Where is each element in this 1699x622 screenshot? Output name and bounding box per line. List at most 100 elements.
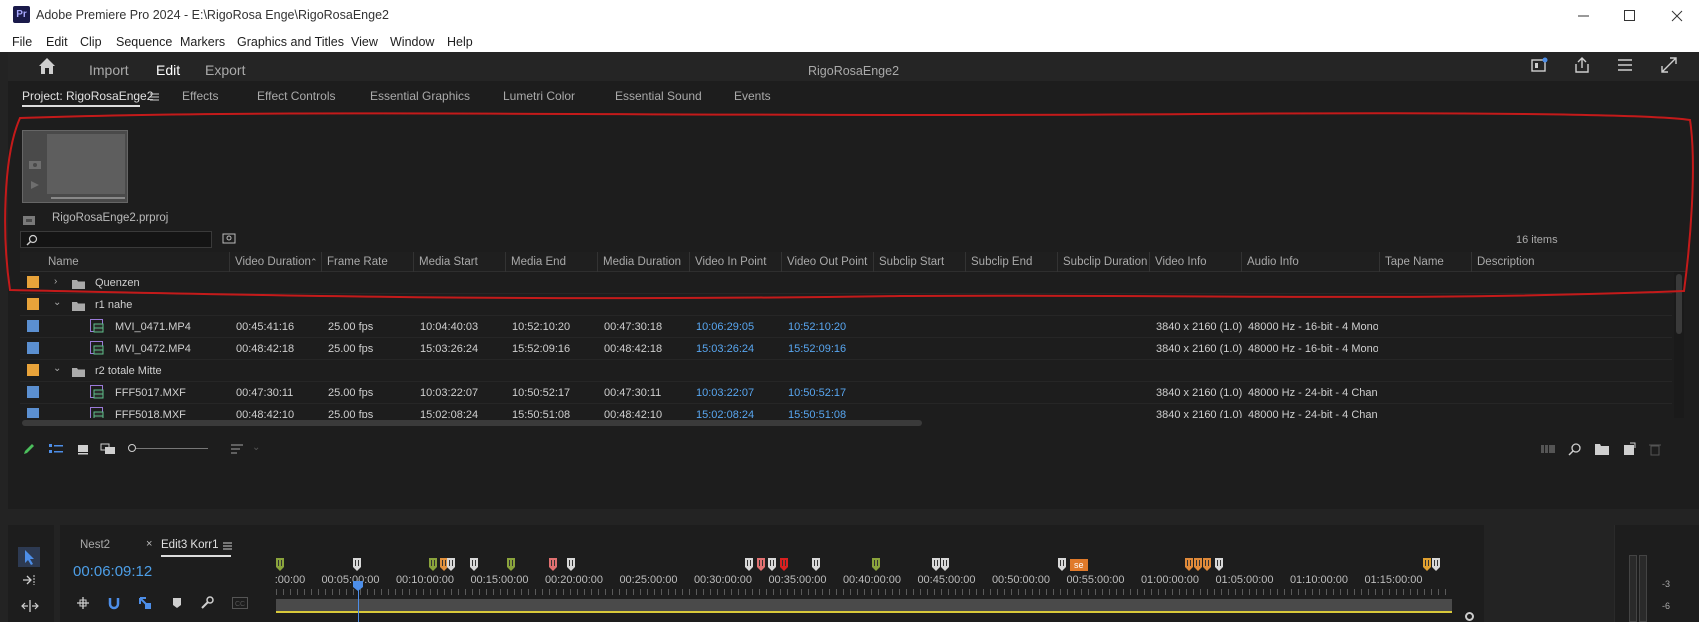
timeline-marker[interactable] (548, 558, 559, 572)
col-video-in-point[interactable]: Video In Point (689, 252, 781, 272)
menu-sequence[interactable]: Sequence (116, 35, 172, 49)
col-media-end[interactable]: Media End (505, 252, 597, 272)
clip-row[interactable]: MVI_0471.MP4 00:45:41:16 25.00 fps 10:04… (20, 316, 1672, 338)
col-subclip-end[interactable]: Subclip End (965, 252, 1057, 272)
row-video-in[interactable]: 10:03:22:07 (696, 387, 754, 399)
clip-row[interactable]: MVI_0472.MP4 00:48:42:18 25.00 fps 15:03… (20, 338, 1672, 360)
timeline-scroll-handle[interactable] (1465, 612, 1474, 621)
chevron-down-icon[interactable]: ⌄ (252, 442, 260, 453)
new-bin-icon[interactable] (1594, 442, 1610, 456)
tab-essential-sound[interactable]: Essential Sound (615, 89, 702, 103)
tab-events[interactable]: Events (734, 89, 771, 103)
share-icon[interactable] (1573, 56, 1591, 74)
col-video-out-point[interactable]: Video Out Point (781, 252, 873, 272)
timeline-marker[interactable] (1202, 558, 1213, 572)
home-icon[interactable] (37, 56, 57, 76)
ripple-edit-tool-icon[interactable] (21, 599, 39, 613)
playhead-timecode[interactable]: 00:06:09:12 (73, 563, 152, 580)
clip-row[interactable]: FFF5018.MXF 00:48:42:10 25.00 fps 15:02:… (20, 404, 1672, 418)
col-video-duration[interactable]: Video Duration ⌃ (229, 252, 321, 272)
col-frame-rate[interactable]: Frame Rate (321, 252, 413, 272)
tab-essential-graphics[interactable]: Essential Graphics (370, 89, 470, 103)
timeline-marker[interactable] (812, 558, 822, 572)
sort-icon[interactable] (230, 442, 244, 456)
timeline-marker[interactable] (429, 558, 439, 572)
close-tab-icon[interactable]: × (146, 538, 152, 550)
collapse-chevron-icon[interactable]: ⌄ (53, 363, 61, 374)
h-scroll-thumb[interactable] (22, 420, 922, 426)
col-media-start[interactable]: Media Start (413, 252, 505, 272)
timeline-marker[interactable] (872, 558, 882, 572)
tab-nest2[interactable]: Nest2 (80, 539, 110, 551)
timeline-marker[interactable] (1058, 558, 1068, 572)
settings-wrench-icon[interactable] (200, 596, 214, 610)
timeline-marker[interactable] (1214, 558, 1225, 572)
folder-row[interactable]: › Quenzen (20, 272, 1672, 294)
collapse-chevron-icon[interactable]: ⌄ (53, 297, 61, 308)
nav-edit[interactable]: Edit (156, 62, 180, 78)
scroll-thumb[interactable] (1676, 274, 1682, 334)
timeline-marker[interactable] (767, 558, 778, 572)
col-video-info[interactable]: Video Info (1149, 252, 1241, 272)
menu-markers[interactable]: Markers (180, 35, 225, 49)
row-video-out[interactable]: 15:50:51:08 (788, 409, 846, 418)
close-button[interactable] (1669, 8, 1685, 24)
col-subclip-start[interactable]: Subclip Start (873, 252, 965, 272)
tab-effect-controls[interactable]: Effect Controls (257, 89, 335, 103)
maximize-button[interactable] (1622, 8, 1638, 24)
col-name[interactable]: Name (43, 252, 235, 272)
timeline-marker[interactable] (566, 558, 577, 572)
menu-clip[interactable]: Clip (80, 35, 102, 49)
work-area-bar[interactable] (276, 599, 1452, 611)
menu-window[interactable]: Window (390, 35, 434, 49)
timeline-marker[interactable] (506, 558, 517, 572)
project-thumbnail[interactable] (22, 130, 128, 203)
zoom-slider[interactable] (128, 444, 210, 452)
captions-icon[interactable]: CC (232, 597, 248, 609)
tab-effects[interactable]: Effects (182, 89, 218, 103)
pencil-icon[interactable] (22, 442, 36, 456)
workspaces-icon[interactable] (1616, 56, 1634, 74)
search-field[interactable] (20, 231, 212, 248)
row-video-in[interactable]: 15:03:26:24 (696, 343, 754, 355)
col-tape-name[interactable]: Tape Name (1379, 252, 1471, 272)
snap-magnet-icon[interactable] (107, 596, 121, 610)
vertical-scrollbar[interactable] (1674, 272, 1684, 418)
nav-export[interactable]: Export (205, 62, 245, 78)
insert-nest-icon[interactable] (76, 596, 90, 610)
automate-to-sequence-icon[interactable] (1540, 443, 1556, 455)
timeline-menu-icon[interactable] (223, 540, 233, 550)
col-audio-info[interactable]: Audio Info (1241, 252, 1379, 272)
icon-view-icon[interactable] (76, 442, 90, 456)
timeline-marker[interactable] (1432, 558, 1442, 572)
expand-chevron-icon[interactable]: › (54, 276, 57, 287)
menu-graphics-and-titles[interactable]: Graphics and Titles (237, 35, 344, 49)
col-description[interactable]: Description (1471, 252, 1563, 272)
linked-selection-icon[interactable] (138, 596, 152, 610)
col-media-duration[interactable]: Media Duration (597, 252, 689, 272)
menu-help[interactable]: Help (447, 35, 473, 49)
tab-edit3-korr1[interactable]: Edit3 Korr1 (161, 539, 219, 551)
timeline-marker[interactable] (757, 558, 767, 572)
horizontal-scrollbar[interactable] (20, 420, 1672, 426)
timeline-marker[interactable] (276, 558, 286, 572)
panel-menu-icon[interactable] (150, 91, 160, 101)
clip-row[interactable]: FFF5017.MXF 00:47:30:11 25.00 fps 10:03:… (20, 382, 1672, 404)
col-subclip-duration[interactable]: Subclip Duration (1057, 252, 1149, 272)
new-item-icon[interactable] (1622, 442, 1636, 456)
list-view-icon[interactable] (48, 442, 64, 456)
tab-lumetri-color[interactable]: Lumetri Color (503, 89, 575, 103)
timeline-marker[interactable] (745, 558, 755, 572)
fullscreen-icon[interactable] (1660, 56, 1678, 74)
row-video-out[interactable]: 10:50:52:17 (788, 387, 846, 399)
zoom-slider-handle[interactable] (128, 444, 136, 452)
folder-row[interactable]: ⌄ r2 totale Mitte (20, 360, 1672, 382)
nav-import[interactable]: Import (89, 62, 129, 78)
add-marker-icon[interactable] (171, 596, 183, 610)
row-video-out[interactable]: 15:52:09:16 (788, 343, 846, 355)
tab-project[interactable]: Project: RigoRosaEnge2 (22, 89, 153, 103)
row-video-in[interactable]: 10:06:29:05 (696, 321, 754, 333)
timeline-marker[interactable] (353, 558, 363, 572)
menu-view[interactable]: View (351, 35, 378, 49)
timeline-marker[interactable] (940, 558, 951, 572)
